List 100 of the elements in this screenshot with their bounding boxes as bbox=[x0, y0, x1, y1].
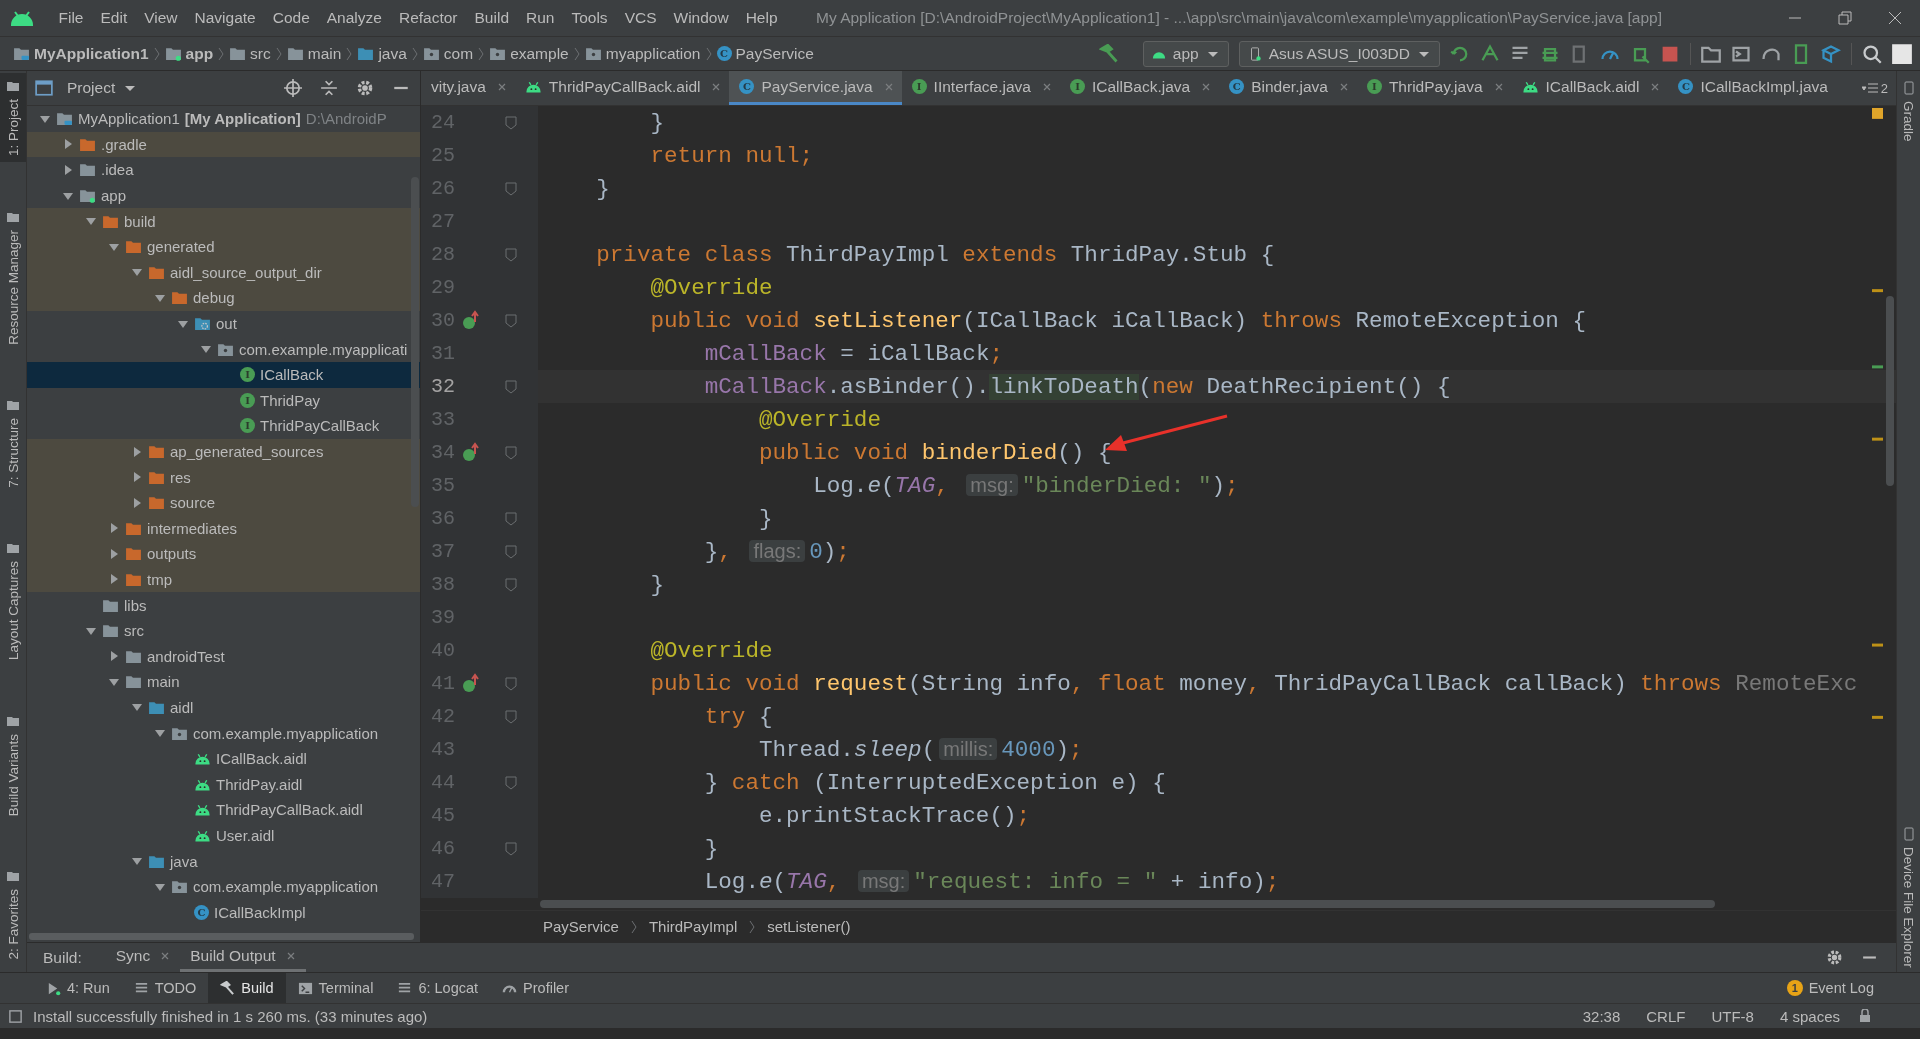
tree-item[interactable]: generated bbox=[27, 233, 420, 260]
close-icon[interactable] bbox=[1650, 81, 1661, 92]
menu-item[interactable]: File bbox=[50, 9, 92, 27]
code-crumb[interactable]: setListener() bbox=[765, 918, 853, 936]
code-crumb[interactable]: PayService bbox=[541, 918, 621, 936]
path-crumb[interactable]: example bbox=[486, 44, 572, 63]
tree-item[interactable]: .idea bbox=[27, 157, 420, 183]
fold-marker-icon[interactable] bbox=[505, 841, 517, 856]
fold-marker-icon[interactable] bbox=[505, 709, 517, 724]
device-dropdown[interactable]: Asus ASUS_I003DD bbox=[1238, 40, 1440, 67]
scrollbar-thumb[interactable] bbox=[540, 900, 1715, 909]
package-icon[interactable] bbox=[1821, 43, 1841, 64]
editor-tab[interactable]: I IInterface.java bbox=[901, 71, 1060, 105]
status-item[interactable]: 4 spaces bbox=[1771, 1007, 1848, 1025]
menu-item[interactable]: Tools bbox=[562, 9, 617, 27]
tool-window-button[interactable]: 6: Logcat bbox=[385, 973, 491, 1003]
settings-icon[interactable] bbox=[1826, 949, 1843, 966]
menu-item[interactable]: Help bbox=[737, 9, 787, 27]
project-view-dropdown[interactable]: Project bbox=[61, 78, 144, 98]
collapse-arrow-icon[interactable] bbox=[62, 138, 74, 151]
fold-marker-icon[interactable] bbox=[505, 544, 517, 559]
tool-window-button[interactable]: Device File Explorer bbox=[1897, 823, 1920, 972]
tree-item[interactable]: main bbox=[27, 669, 420, 695]
collapse-arrow-icon[interactable] bbox=[131, 445, 143, 458]
code-crumb[interactable]: ThirdPayImpl bbox=[646, 918, 740, 936]
editor-tab[interactable]: I ThridPay.java bbox=[1356, 71, 1512, 105]
collapse-arrow-icon[interactable] bbox=[108, 547, 120, 560]
tool-window-button[interactable]: 2: Favorites bbox=[0, 863, 26, 966]
tool-window-button[interactable]: Gradle bbox=[1897, 77, 1920, 146]
fold-marker-icon[interactable] bbox=[505, 445, 517, 460]
tool-window-button[interactable]: TODO bbox=[121, 973, 209, 1003]
tree-item[interactable]: MyApplication1 [My Application] D:\AndroidP bbox=[27, 106, 420, 132]
tree-item[interactable]: User.aidl bbox=[27, 822, 420, 849]
collapse-arrow-icon[interactable] bbox=[62, 164, 74, 176]
close-icon[interactable] bbox=[1338, 81, 1349, 92]
scrollbar-thumb[interactable] bbox=[411, 177, 419, 507]
status-item[interactable]: 32:38 bbox=[1574, 1007, 1629, 1025]
tool-window-button[interactable]: Resource Manager bbox=[0, 203, 26, 351]
close-icon[interactable] bbox=[160, 951, 171, 961]
collapse-arrow-icon[interactable] bbox=[108, 573, 120, 586]
tree-item[interactable]: out bbox=[27, 310, 420, 337]
tree-item[interactable]: outputs bbox=[27, 541, 420, 567]
target-icon[interactable] bbox=[284, 79, 302, 97]
tool-window-button[interactable]: Layout Captures bbox=[0, 535, 26, 667]
event-log-button[interactable]: 1 Event Log bbox=[1774, 973, 1886, 1003]
tool-window-button[interactable]: Build Variants bbox=[0, 707, 26, 822]
tool-window-button[interactable]: Profiler bbox=[490, 973, 581, 1003]
menu-item[interactable]: Code bbox=[264, 9, 319, 27]
fold-marker-icon[interactable] bbox=[505, 379, 517, 394]
path-crumb[interactable]: myapplication bbox=[581, 44, 704, 63]
path-crumb[interactable]: com bbox=[419, 44, 477, 63]
fold-marker-icon[interactable] bbox=[505, 676, 517, 691]
tree-item[interactable]: app bbox=[27, 182, 420, 209]
panel-tab[interactable]: Sync bbox=[105, 943, 181, 972]
collapse-arrow-icon[interactable] bbox=[108, 522, 120, 535]
run-config-dropdown[interactable]: app bbox=[1142, 40, 1229, 67]
collapse-all-icon[interactable] bbox=[320, 79, 338, 97]
fold-marker-icon[interactable] bbox=[505, 313, 517, 328]
panel-toggle-icon[interactable] bbox=[8, 1008, 23, 1024]
search-icon[interactable] bbox=[1862, 43, 1882, 64]
fold-marker-icon[interactable] bbox=[505, 511, 517, 526]
restore-icon[interactable] bbox=[1838, 11, 1852, 25]
tree-item[interactable]: debug bbox=[27, 285, 420, 311]
menu-item[interactable]: View bbox=[135, 9, 187, 27]
menu-item[interactable]: VCS bbox=[616, 9, 665, 27]
menu-item[interactable]: Edit bbox=[92, 9, 136, 27]
tree-item[interactable]: ThridPay.aidl bbox=[27, 771, 420, 798]
path-crumb[interactable]: java bbox=[354, 44, 410, 63]
close-icon[interactable] bbox=[496, 81, 507, 92]
close-icon[interactable] bbox=[1493, 81, 1504, 92]
tree-item[interactable]: com.example.myapplication bbox=[27, 873, 420, 900]
fold-marker-icon[interactable] bbox=[505, 181, 517, 196]
close-icon[interactable] bbox=[711, 81, 722, 92]
tool-window-button[interactable]: 1: Project bbox=[0, 73, 26, 163]
tree-item[interactable]: I ICallBack bbox=[27, 361, 420, 388]
menu-item[interactable]: Navigate bbox=[186, 9, 265, 27]
status-item[interactable]: CRLF bbox=[1638, 1007, 1694, 1025]
tree-item[interactable]: tmp bbox=[27, 566, 420, 593]
tree-item[interactable]: I ThridPayCallBack bbox=[27, 413, 420, 439]
fold-marker-icon[interactable] bbox=[505, 247, 517, 262]
scrollbar-thumb[interactable] bbox=[1886, 296, 1894, 486]
tree-item[interactable]: intermediates bbox=[27, 515, 420, 542]
tree-item[interactable]: build bbox=[27, 208, 420, 234]
tool-window-button[interactable]: 7: Structure bbox=[0, 391, 26, 494]
editor-tab[interactable]: vity.java bbox=[421, 71, 515, 105]
close-icon[interactable] bbox=[1888, 11, 1902, 25]
collapse-arrow-icon[interactable] bbox=[131, 471, 143, 484]
path-crumb[interactable]: C PayService bbox=[713, 44, 817, 63]
tree-item[interactable]: androidTest bbox=[27, 643, 420, 670]
fold-marker-icon[interactable] bbox=[505, 115, 517, 130]
scrollbar-thumb[interactable] bbox=[29, 932, 414, 940]
menu-item[interactable]: Run bbox=[517, 9, 563, 27]
tree-item[interactable]: src bbox=[27, 617, 420, 644]
menu-item[interactable]: Analyze bbox=[318, 9, 391, 27]
fold-marker-icon[interactable] bbox=[505, 775, 517, 790]
close-icon[interactable] bbox=[285, 951, 296, 961]
tree-item[interactable]: res bbox=[27, 464, 420, 490]
path-crumb[interactable]: MyApplication1 bbox=[10, 44, 152, 63]
tree-item[interactable]: C ICallBackImpl bbox=[27, 899, 420, 925]
collapse-arrow-icon[interactable] bbox=[108, 650, 120, 663]
